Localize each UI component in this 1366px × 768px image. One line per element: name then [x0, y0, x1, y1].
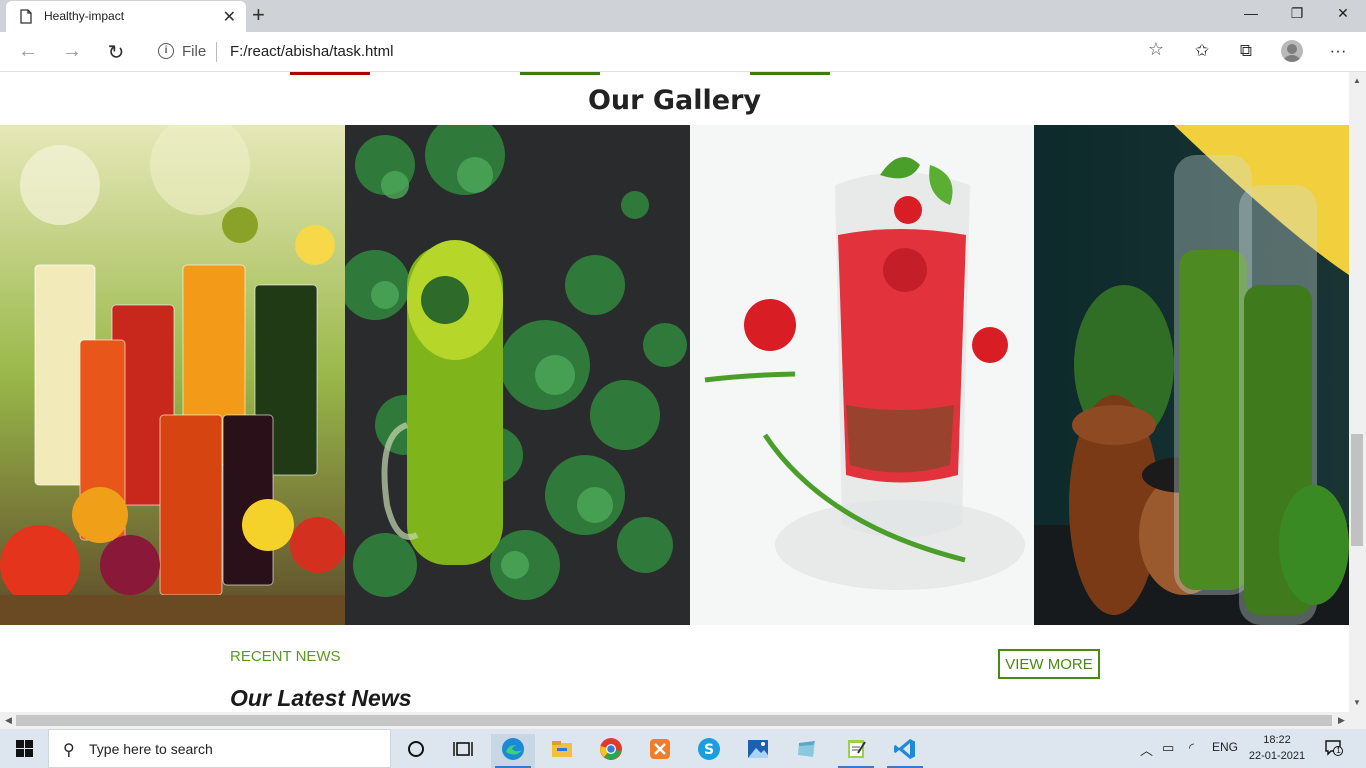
gallery-title: Our Gallery [587, 85, 761, 116]
page-viewport: Our Gallery RECENT NEWS Our Latest News … [0, 72, 1349, 712]
refresh-icon[interactable]: ↻ [104, 40, 128, 65]
app-icon[interactable] [785, 734, 829, 768]
accent-bar-red [290, 72, 370, 75]
scroll-right-icon[interactable]: ▶ [1338, 715, 1345, 726]
url-text[interactable]: F:/react/abisha/task.html [230, 43, 393, 60]
latest-news-title: Our Latest News [230, 685, 412, 711]
edge-browser-icon[interactable] [491, 734, 535, 768]
scroll-down-icon[interactable]: ▼ [1353, 698, 1361, 707]
show-hidden-icons-icon[interactable]: ︿ [1140, 740, 1153, 759]
favorites-icon[interactable]: ✩ [1190, 41, 1214, 61]
notification-count: 1 [1336, 746, 1341, 755]
svg-text:S: S [704, 742, 714, 758]
view-more-button[interactable]: VIEW MORE [998, 649, 1100, 679]
taskbar-search-input[interactable]: ⚲ Type here to search [48, 729, 391, 768]
restore-icon[interactable]: ❐ [1287, 5, 1307, 22]
divider [216, 42, 217, 62]
close-tab-icon[interactable]: ✕ [223, 7, 236, 27]
back-icon[interactable]: ← [16, 40, 40, 63]
notifications-icon[interactable]: 1 [1325, 740, 1343, 756]
search-placeholder: Type here to search [89, 741, 213, 757]
favorite-star-icon[interactable]: ☆ [1148, 39, 1164, 60]
gallery [0, 125, 1349, 625]
chrome-icon[interactable] [589, 734, 633, 768]
gallery-image-tomato-juice[interactable] [690, 125, 1034, 625]
skype-icon[interactable]: S [687, 734, 731, 768]
minimize-icon[interactable]: — [1241, 5, 1261, 21]
task-view-icon[interactable] [441, 734, 485, 768]
forward-icon[interactable]: → [60, 40, 84, 63]
notepad-icon[interactable] [834, 734, 878, 768]
clock-date: 22-01-2021 [1248, 750, 1306, 762]
taskbar: ⚲ Type here to search S ︿ ▭ ◜ ENG 18:22 … [0, 729, 1366, 768]
accent-bar-green [750, 72, 830, 75]
gallery-image-green-bottles[interactable] [1034, 125, 1349, 625]
close-window-icon[interactable]: ✕ [1333, 5, 1353, 22]
scroll-thumb[interactable] [16, 715, 1332, 726]
tab-title: Healthy-impact [44, 9, 125, 23]
windows-start-icon[interactable] [16, 740, 33, 757]
tab-strip: Healthy-impact ✕ + — ❐ ✕ [0, 0, 1366, 32]
scroll-up-icon[interactable]: ▲ [1353, 76, 1361, 85]
photos-icon[interactable] [736, 734, 780, 768]
scrollbar-corner [1349, 712, 1366, 729]
accent-bar-green [520, 72, 600, 75]
vscode-icon[interactable] [883, 734, 927, 768]
scheme-label: File [182, 43, 207, 60]
scroll-thumb[interactable] [1351, 434, 1363, 546]
gallery-image-juices[interactable] [0, 125, 345, 625]
gallery-image-green-smoothie[interactable] [345, 125, 690, 625]
clock-time: 18:22 [1263, 734, 1291, 746]
wifi-icon[interactable]: ◜ [1189, 740, 1194, 756]
recent-news-label: RECENT NEWS [230, 648, 341, 665]
browser-tab[interactable]: Healthy-impact ✕ [6, 1, 246, 32]
language-indicator[interactable]: ENG [1212, 740, 1238, 754]
vertical-scrollbar[interactable]: ▲ ▼ [1349, 72, 1366, 712]
more-icon[interactable]: ··· [1326, 41, 1350, 61]
cortana-icon[interactable] [394, 734, 438, 768]
page-icon [20, 9, 32, 24]
info-icon[interactable]: i [158, 43, 174, 59]
search-icon: ⚲ [63, 742, 75, 759]
battery-icon[interactable]: ▭ [1162, 740, 1174, 756]
address-bar: ← → ↻ i File F:/react/abisha/task.html ☆… [0, 32, 1366, 72]
horizontal-scrollbar[interactable]: ◀ ▶ [0, 712, 1349, 729]
xampp-icon[interactable] [638, 734, 682, 768]
profile-avatar-icon[interactable] [1281, 40, 1303, 62]
clock[interactable]: 18:22 22-01-2021 [1244, 732, 1310, 764]
url-field[interactable]: i File F:/react/abisha/task.html ☆ [144, 36, 1174, 68]
collections-icon[interactable]: ⧉ [1234, 41, 1258, 61]
new-tab-icon[interactable]: + [252, 2, 265, 28]
file-explorer-icon[interactable] [540, 734, 584, 768]
scroll-left-icon[interactable]: ◀ [5, 715, 12, 726]
